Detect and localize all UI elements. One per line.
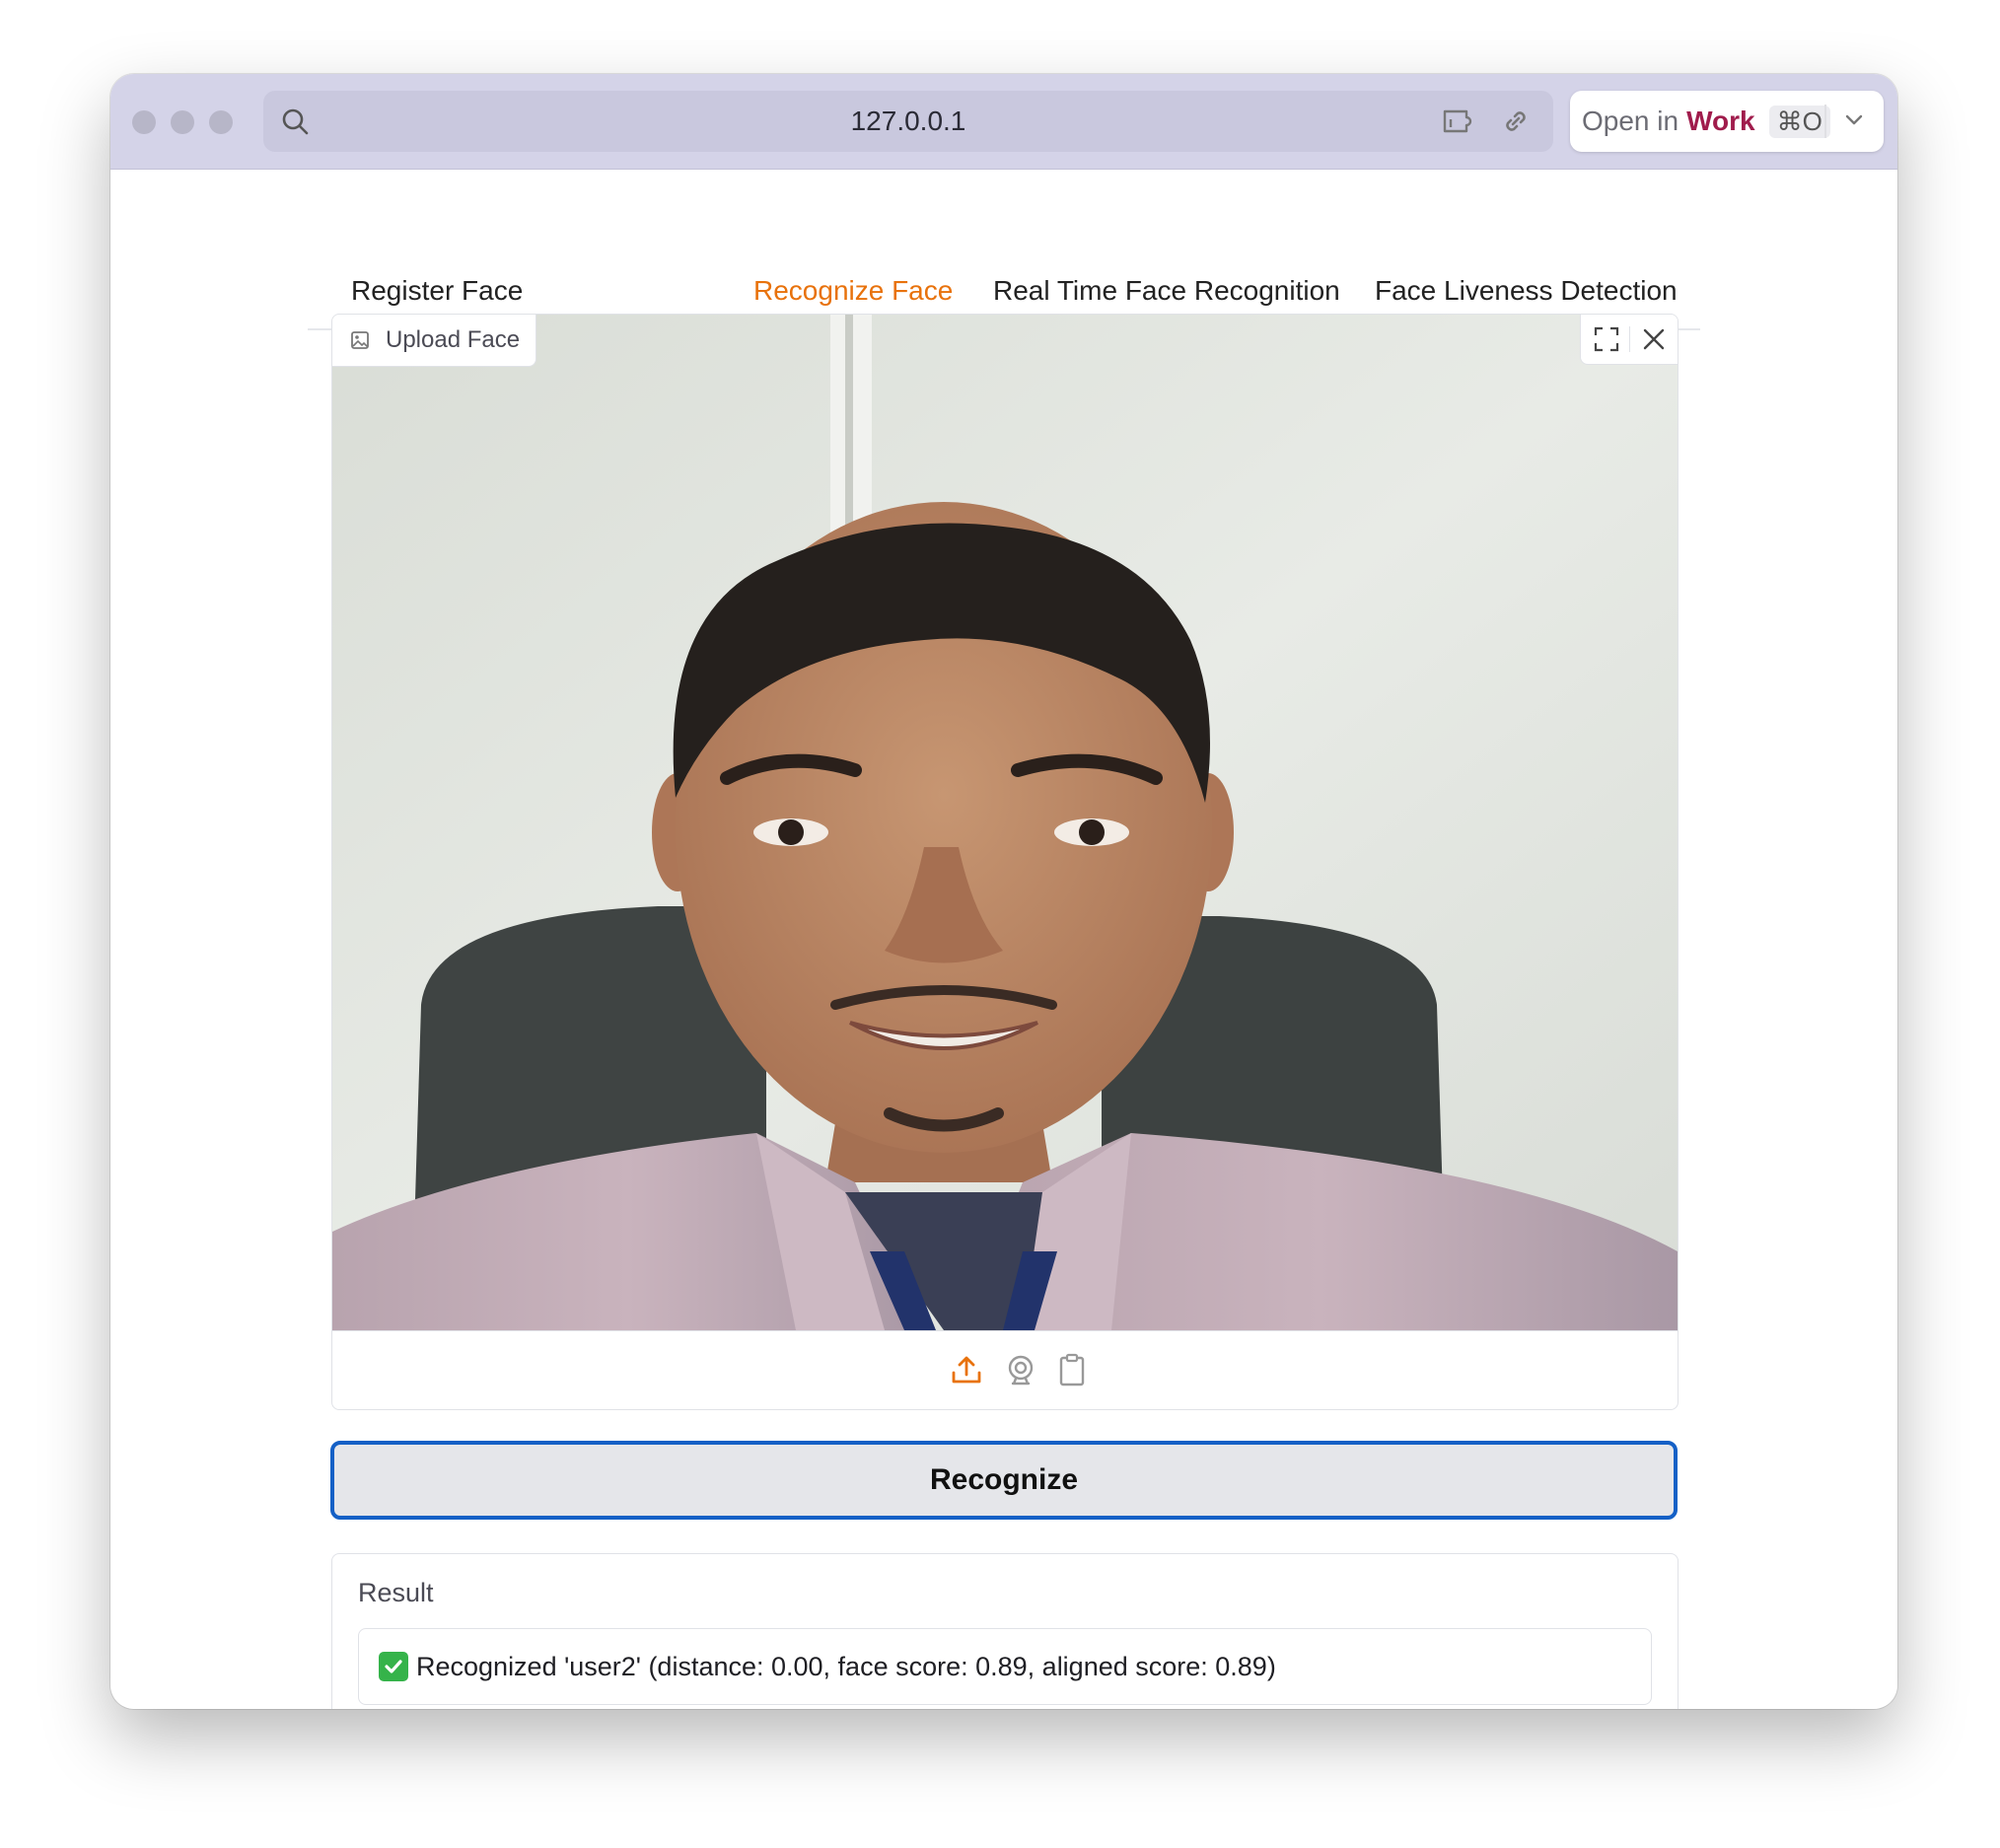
browser-titlebar: 127.0.0.1 Open in Work ⌘O [110, 74, 1897, 170]
face-photo [332, 315, 1678, 1330]
close-icon[interactable] [1640, 325, 1668, 353]
tab-bar: Register Face Recognize Face Real Time F… [308, 169, 1700, 330]
window-zoom-button[interactable] [209, 110, 233, 134]
extension-icon[interactable] [1441, 106, 1480, 137]
image-icon [351, 331, 369, 349]
check-mark-icon [379, 1652, 408, 1681]
window-minimize-button[interactable] [171, 110, 194, 134]
open-in-work-button[interactable]: Open in Work ⌘O [1570, 91, 1884, 152]
shortcut-badge: ⌘O [1768, 105, 1830, 138]
result-text: Recognized 'user2' (distance: 0.00, face… [416, 1651, 1276, 1681]
tab-real-time-face-recognition[interactable]: Real Time Face Recognition [993, 275, 1340, 307]
tab-register-face[interactable]: Register Face [351, 275, 523, 307]
open-in-target: Work [1686, 106, 1755, 136]
clipboard-icon[interactable] [1057, 1353, 1087, 1386]
webcam-icon[interactable] [1004, 1353, 1037, 1386]
tools-divider [1629, 326, 1630, 352]
image-source-bar [332, 1330, 1678, 1409]
button-divider [1824, 105, 1826, 138]
image-tools [1580, 315, 1678, 365]
open-in-label: Open in [1582, 106, 1679, 136]
face-image-input[interactable]: Upload Face [331, 314, 1679, 1410]
tab-recognize-face[interactable]: Recognize Face [753, 275, 953, 307]
recognize-button[interactable]: Recognize [330, 1441, 1678, 1520]
fullscreen-icon[interactable] [1593, 325, 1620, 353]
result-textbox[interactable]: Recognized 'user2' (distance: 0.00, face… [358, 1628, 1652, 1705]
link-icon[interactable] [1500, 106, 1532, 137]
browser-window: 127.0.0.1 Open in Work ⌘O Register Face … [110, 74, 1897, 1709]
tab-face-liveness-detection[interactable]: Face Liveness Detection [1375, 275, 1678, 307]
result-label: Result [358, 1578, 434, 1607]
url-text: 127.0.0.1 [850, 106, 966, 136]
upload-face-text: Upload Face [386, 326, 521, 353]
window-close-button[interactable] [132, 110, 156, 134]
result-panel: Result Recognized 'user2' (distance: 0.0… [331, 1553, 1679, 1709]
chevron-down-icon[interactable] [1840, 107, 1868, 134]
upload-face-label: Upload Face [332, 315, 537, 367]
address-bar[interactable]: 127.0.0.1 [263, 91, 1553, 152]
upload-icon[interactable] [950, 1353, 983, 1386]
